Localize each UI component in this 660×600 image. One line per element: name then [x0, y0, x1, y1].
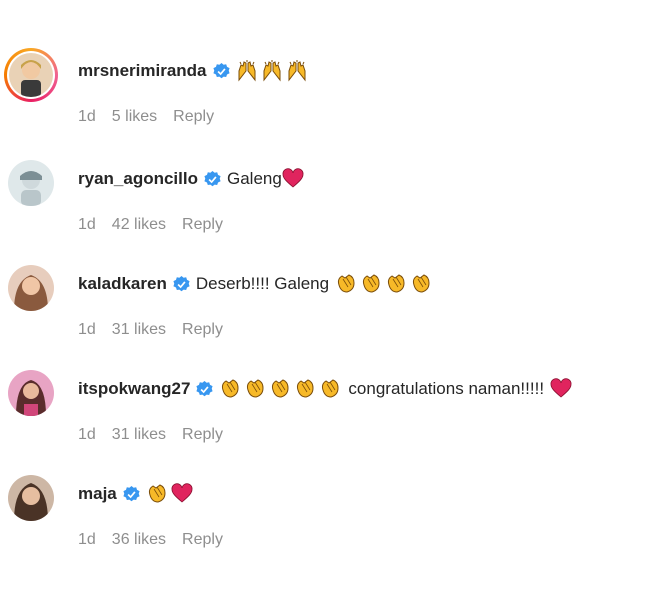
reply-button[interactable]: Reply: [182, 531, 223, 549]
avatar-image: [8, 475, 54, 521]
comment-body: ryan_agoncillo Galeng: [78, 166, 307, 192]
clapping-hands-icon: [294, 378, 316, 400]
comment-text: congratulations naman!!!!!: [348, 379, 545, 398]
comment-meta: 1d 36 likes Reply: [78, 531, 239, 549]
comment-body: kaladkaren Deserb!!!! Galeng: [78, 271, 435, 297]
comment-time: 1d: [78, 531, 96, 548]
avatar[interactable]: [4, 48, 58, 102]
avatar-image: [8, 160, 54, 206]
clapping-hands-icon: [410, 273, 432, 295]
comment-meta: 1d 31 likes Reply: [78, 426, 239, 444]
comment-item: mrsnerimiranda 1d 5 likes Reply: [0, 48, 660, 152]
verified-badge-icon: [212, 62, 230, 80]
username[interactable]: kaladkaren: [78, 274, 167, 294]
comment-body: maja: [78, 481, 196, 507]
avatar-image: [9, 53, 53, 97]
comment-item: ryan_agoncillo Galeng 1d 42 likes Reply: [0, 160, 660, 260]
raised-hands-icon: [236, 60, 258, 82]
verified-badge-icon: [204, 170, 221, 188]
likes-count[interactable]: 31 likes: [112, 426, 166, 444]
likes-count[interactable]: 31 likes: [112, 321, 166, 339]
username[interactable]: ryan_agoncillo: [78, 169, 198, 189]
comment-item: kaladkaren Deserb!!!! Galeng 1d 31 likes…: [0, 265, 660, 365]
comment-item: maja 1d 36 likes Reply: [0, 475, 660, 575]
clapping-hands-icon: [146, 483, 168, 505]
avatar[interactable]: [8, 265, 54, 311]
avatar[interactable]: [8, 475, 54, 521]
comment-meta: 1d 31 likes Reply: [78, 321, 239, 339]
reply-button[interactable]: Reply: [182, 321, 223, 339]
clapping-hands-icon: [360, 273, 382, 295]
clapping-hands-icon: [385, 273, 407, 295]
red-heart-icon: [171, 483, 193, 505]
likes-count[interactable]: 36 likes: [112, 531, 166, 549]
likes-count[interactable]: 42 likes: [112, 216, 166, 234]
reply-button[interactable]: Reply: [173, 108, 214, 126]
comment-meta: 1d 42 likes Reply: [78, 216, 239, 234]
comment-text: Galeng: [226, 169, 282, 188]
username[interactable]: mrsnerimiranda: [78, 61, 207, 81]
username[interactable]: maja: [78, 484, 117, 504]
username[interactable]: itspokwang27: [78, 379, 190, 399]
comment-time: 1d: [78, 216, 96, 233]
clapping-hands-icon: [269, 378, 291, 400]
verified-badge-icon: [196, 380, 213, 398]
avatar-inner: [7, 51, 55, 99]
comment-body: itspokwang27 congratulations naman!!!!!: [78, 376, 575, 402]
red-heart-icon: [282, 168, 304, 190]
clapping-hands-icon: [244, 378, 266, 400]
avatar[interactable]: [8, 370, 54, 416]
clapping-hands-icon: [319, 378, 341, 400]
comment-item: itspokwang27 congratulations naman!!!!!: [0, 370, 660, 470]
comment-meta: 1d 5 likes Reply: [78, 108, 230, 126]
likes-count[interactable]: 5 likes: [112, 108, 157, 126]
reply-button[interactable]: Reply: [182, 426, 223, 444]
raised-hands-icon: [286, 60, 308, 82]
comment-time: 1d: [78, 321, 96, 338]
verified-badge-icon: [173, 275, 190, 293]
red-heart-icon: [550, 378, 572, 400]
clapping-hands-icon: [335, 273, 357, 295]
avatar-image: [8, 265, 54, 311]
raised-hands-icon: [261, 60, 283, 82]
comment-text: Deserb!!!! Galeng: [195, 274, 330, 293]
clapping-hands-icon: [219, 378, 241, 400]
avatar-image: [8, 370, 54, 416]
reply-button[interactable]: Reply: [182, 216, 223, 234]
avatar[interactable]: [8, 160, 54, 206]
comment-time: 1d: [78, 426, 96, 443]
comment-body: mrsnerimiranda: [78, 58, 311, 84]
comment-time: 1d: [78, 108, 96, 125]
verified-badge-icon: [123, 485, 140, 503]
